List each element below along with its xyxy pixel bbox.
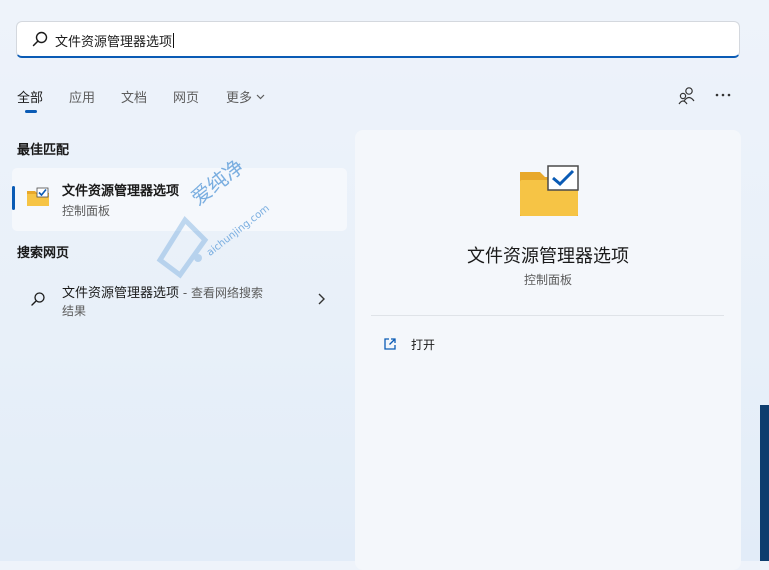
chevron-down-icon — [256, 94, 265, 100]
text-caret — [173, 33, 175, 48]
search-icon — [31, 292, 45, 306]
divider — [371, 315, 724, 316]
best-match-subtitle: 控制面板 — [62, 204, 111, 218]
detail-subtitle: 控制面板 — [523, 273, 572, 287]
search-input[interactable]: 文件资源管理器选项 — [55, 31, 175, 50]
open-external-icon — [384, 338, 396, 350]
tab-all[interactable]: 全部 — [17, 87, 43, 106]
tab-more[interactable]: 更多 — [226, 87, 265, 106]
web-search-subtitle: 结果 — [62, 304, 87, 318]
tab-more-label: 更多 — [226, 91, 253, 106]
detail-title: 文件资源管理器选项 — [467, 246, 629, 267]
selection-indicator — [12, 186, 15, 210]
folder-options-icon — [27, 187, 49, 206]
tab-documents[interactable]: 文档 — [121, 87, 147, 106]
best-match-heading: 最佳匹配 — [17, 143, 70, 158]
account-switch-icon[interactable] — [675, 84, 699, 108]
open-action-label: 打开 — [411, 338, 436, 352]
search-icon — [32, 31, 48, 47]
more-options-icon[interactable] — [711, 84, 735, 108]
web-search-heading: 搜索网页 — [17, 246, 70, 261]
search-query-text: 文件资源管理器选项 — [55, 35, 173, 50]
background-edge — [760, 405, 769, 561]
search-box[interactable]: 文件资源管理器选项 — [16, 21, 740, 58]
tab-apps[interactable]: 应用 — [69, 87, 95, 106]
tab-active-indicator — [25, 110, 37, 113]
folder-options-large-icon — [520, 165, 579, 216]
tab-web[interactable]: 网页 — [173, 87, 199, 106]
chevron-right-icon[interactable] — [316, 292, 326, 306]
